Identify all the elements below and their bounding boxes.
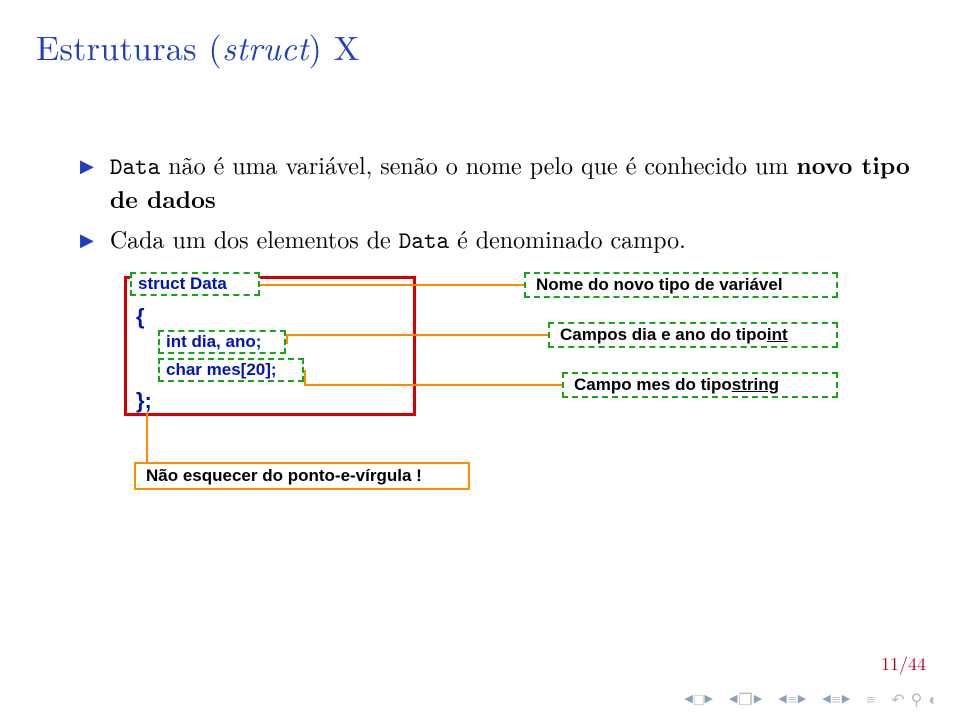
nav-prev-icon: ◀ [684,691,692,706]
nav-stack-icon: ❐ [738,687,752,710]
label-newtype: Nome do novo tipo de variável [524,272,838,298]
bullet-2-post: é denominado campo. [449,221,686,255]
code-line-3: char mes[20]; [166,359,277,382]
content: ▶ Data não é uma variável, senão o nome … [80,148,924,506]
nav-lines-icon: ≡ [788,687,797,710]
bullet-marker-icon: ▶ [80,228,94,252]
bullet-2-text: Cada um dos elementos de Data é denomina… [110,222,924,256]
bullet-2-code: Data [399,224,449,256]
nav-lines-icon: ≡ [832,687,841,710]
nav-next-icon: ▶ [798,691,806,706]
struct-diagram: struct Data { int dia, ano; char mes[20]… [124,272,960,506]
bullet-2-pre: Cada um dos elementos de [110,221,399,255]
code-struct-line: struct Data [130,272,260,296]
label-int-fields: Campos dia e ano do tipo int [548,322,838,348]
code-brace-close: }; [136,386,152,416]
nav-prev-icon: ◀ [778,691,786,706]
bullet-1: ▶ Data não é uma variável, senão o nome … [80,148,924,216]
label-string-field-text-a: Campo mes do tipo [574,374,732,397]
nav-controls: ◀□▶ ◀❐▶ ◀≡▶ ◀≡▶ ≡ ↶ ⚲ ◐ [684,687,938,710]
label-string-field-text-b: string [732,374,779,397]
nav-circ-icon[interactable]: ◐ [928,687,938,710]
nav-frame-icon: □ [694,687,704,710]
label-int-fields-text-a: Campos dia e ano do tipo [560,324,767,347]
warning-text: Não esquecer do ponto-e-vírgula ! [146,465,422,488]
nav-lines-end-icon[interactable]: ≡ [866,687,875,710]
label-newtype-text: Nome do novo tipo de variável [536,274,783,297]
connector [146,412,148,462]
page-number: 11/44 [881,651,926,676]
nav-next-icon: ▶ [754,691,762,706]
warning-box: Não esquecer do ponto-e-vírgula ! [134,462,470,490]
nav-section-group[interactable]: ◀❐▶ [729,687,762,710]
bullet-1-code: Data [110,150,160,182]
slide-title: Estruturas (struct) X [36,22,924,70]
connector [286,334,288,344]
label-string-field: Campo mes do tipo string [562,372,838,398]
nav-undo-icon[interactable]: ↶ [891,687,904,710]
title-prefix: Estruturas ( [36,22,222,70]
bullet-marker-icon: ▶ [80,154,94,178]
bullet-1-text: Data não é uma variável, senão o nome pe… [110,148,924,216]
connector [304,384,562,386]
nav-next-icon: ▶ [842,691,850,706]
connector [286,334,548,336]
nav-end-group[interactable]: ◀≡▶ [822,687,850,710]
bullet-2: ▶ Cada um dos elementos de Data é denomi… [80,222,924,256]
nav-prev-icon: ◀ [729,691,737,706]
connector [260,284,524,286]
bullet-1-mid: não é uma variável, senão o nome pelo qu… [160,147,796,181]
nav-search-icon[interactable]: ⚲ [911,687,923,710]
title-suffix: ) X [309,22,360,70]
nav-sub-group[interactable]: ◀≡▶ [778,687,806,710]
nav-next-icon: ▶ [704,691,712,706]
title-em: struct [222,22,309,70]
slide: Estruturas (struct) X ▶ Data não é uma v… [0,0,960,718]
code-char-line: char mes[20]; [158,358,304,382]
code-brace-open: { [136,302,145,332]
code-line-1: struct Data [138,273,227,296]
code-int-line: int dia, ano; [158,330,286,354]
nav-first-group[interactable]: ◀□▶ [684,687,713,710]
code-line-2: int dia, ano; [166,331,261,354]
nav-prev-icon: ◀ [822,691,830,706]
label-int-fields-text-b: int [767,324,788,347]
